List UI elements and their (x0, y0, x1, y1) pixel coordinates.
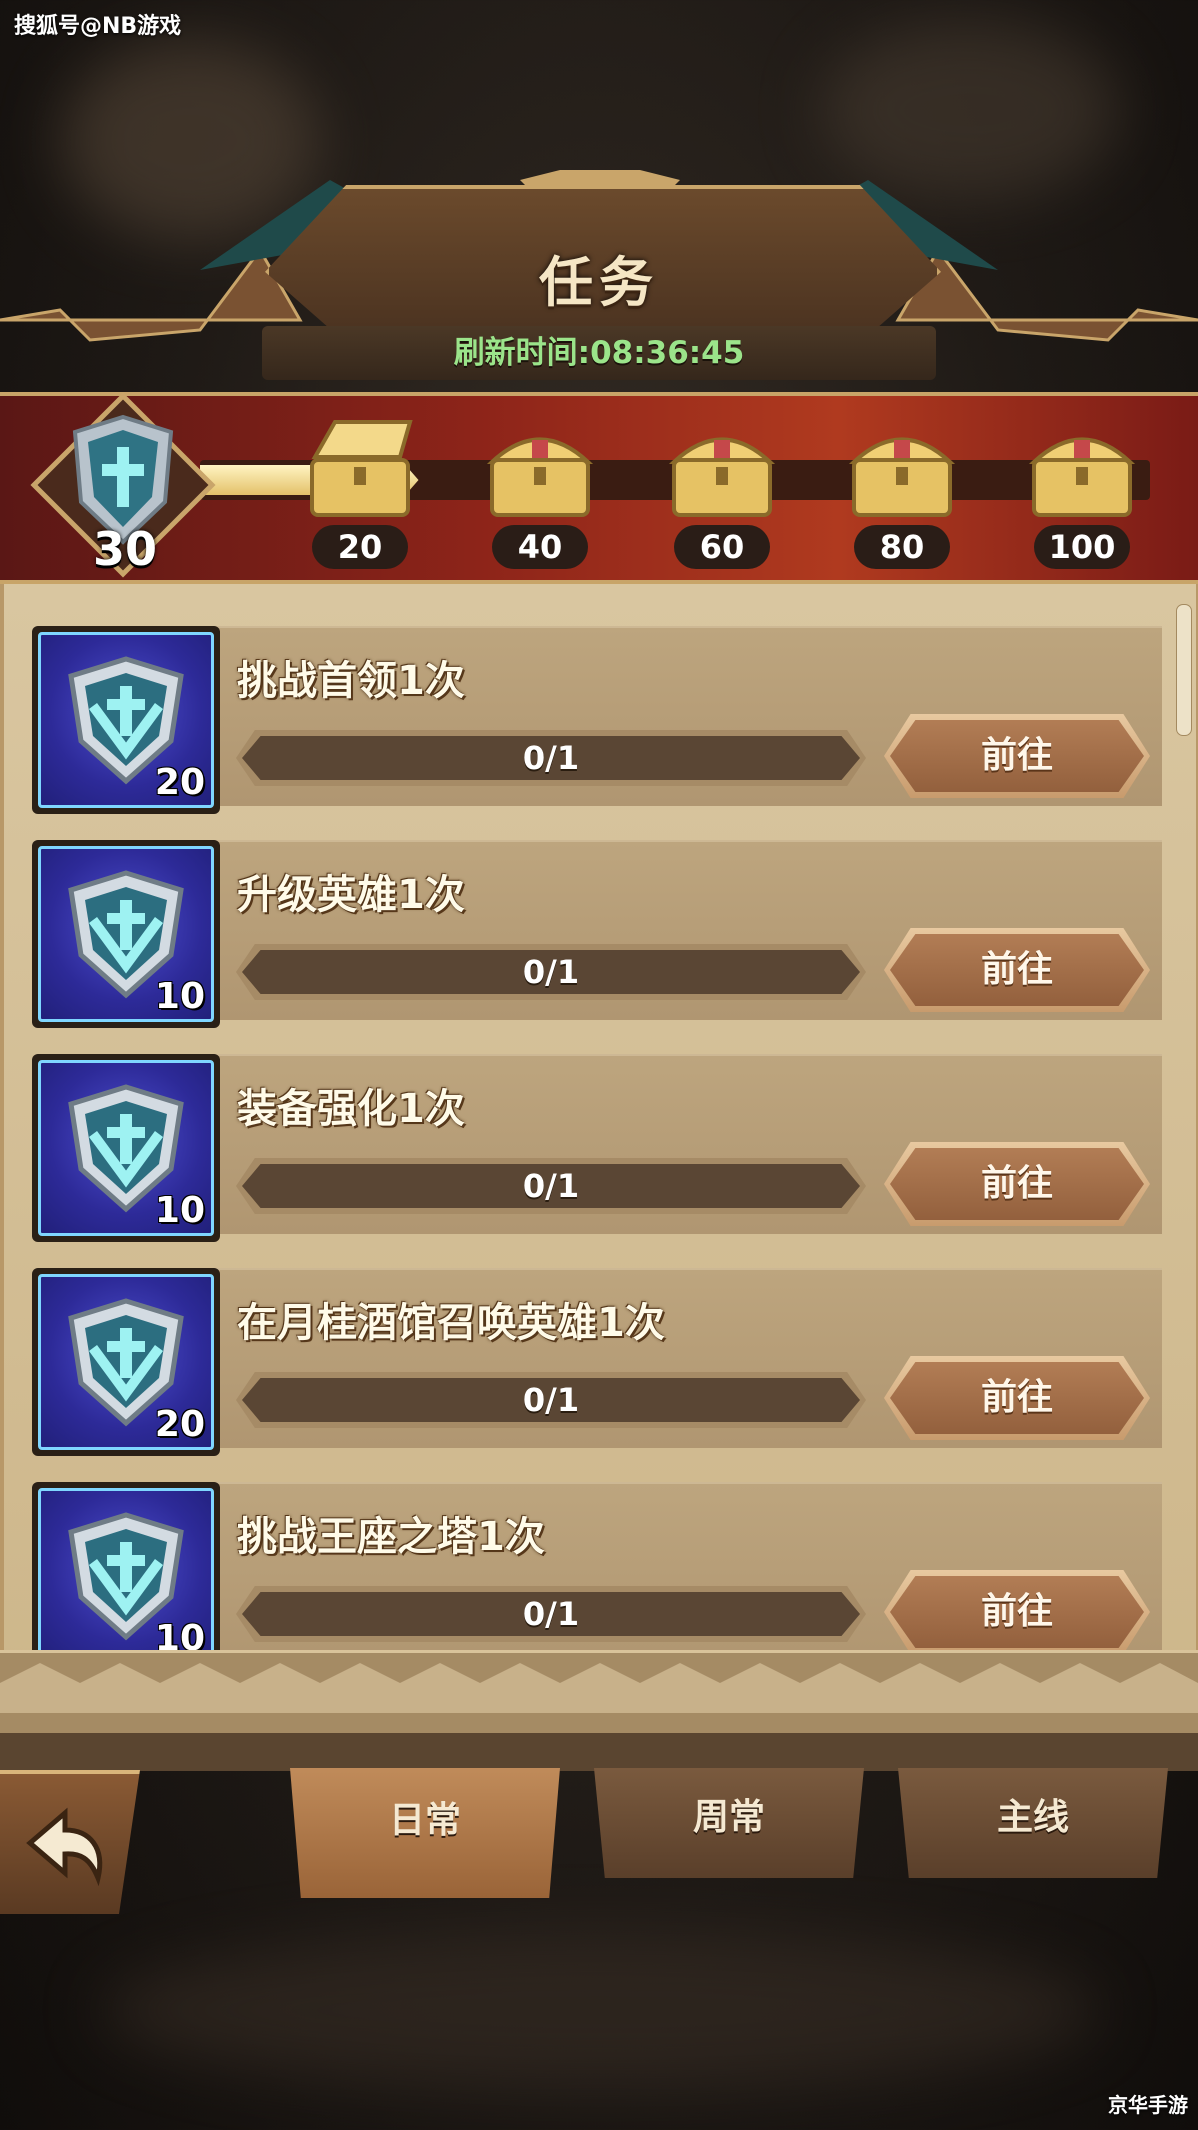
back-arrow-icon (26, 1807, 103, 1887)
task-reward-icon: 10 (32, 1054, 220, 1242)
task-title: 升级英雄1次 (237, 872, 465, 918)
go-button-label: 前往 (890, 1576, 1144, 1648)
task-list-scrollbar[interactable] (1176, 604, 1192, 736)
refresh-timer: 刷新时间:08:36:45 (262, 326, 936, 380)
task-reward-icon: 20 (32, 1268, 220, 1456)
task-row: 20 挑战首领1次 0/1 前往 (32, 626, 1162, 816)
treasure-chest-icon (848, 437, 956, 517)
task-progress: 0/1 (242, 1164, 860, 1208)
task-points: 10 (154, 976, 205, 1017)
treasure-chest-icon (486, 437, 594, 517)
task-progress: 0/1 (242, 1378, 860, 1422)
go-button[interactable]: 前往 (884, 1142, 1150, 1226)
chest-threshold-label: 60 (674, 525, 770, 569)
tab-main[interactable]: 主线 (898, 1768, 1168, 1878)
task-progress: 0/1 (242, 950, 860, 994)
task-row: 10 升级英雄1次 0/1 前往 (32, 840, 1162, 1030)
tab-weekly[interactable]: 周常 (594, 1768, 864, 1878)
chest-threshold-label: 20 (312, 525, 408, 569)
task-points: 20 (154, 762, 205, 803)
treasure-chest-icon (310, 420, 413, 517)
go-button-label: 前往 (890, 934, 1144, 1006)
watermark: 京华手游 (1108, 2093, 1188, 2117)
go-button-label: 前往 (890, 720, 1144, 792)
task-progress: 0/1 (242, 1592, 860, 1636)
task-title: 挑战首领1次 (237, 658, 465, 704)
chest-threshold-label: 80 (854, 525, 950, 569)
task-points: 20 (154, 1404, 205, 1445)
task-title: 挑战王座之塔1次 (237, 1514, 545, 1560)
treasure-chest-icon (1028, 437, 1136, 517)
chest-threshold-label: 100 (1034, 525, 1130, 569)
task-progress: 0/1 (242, 736, 860, 780)
task-reward-icon: 20 (32, 626, 220, 814)
task-row: 20 在月桂酒馆召唤英雄1次 0/1 前往 (32, 1268, 1162, 1458)
task-row: 10 装备强化1次 0/1 前往 (32, 1054, 1162, 1244)
treasure-chest-icon (668, 437, 776, 517)
back-button[interactable] (0, 1770, 140, 1914)
go-button[interactable]: 前往 (884, 928, 1150, 1012)
tab-daily[interactable]: 日常 (290, 1768, 560, 1898)
background-blur (100, 1930, 1100, 2090)
task-reward-icon: 10 (32, 1482, 220, 1670)
go-button-label: 前往 (890, 1148, 1144, 1220)
go-button[interactable]: 前往 (884, 1570, 1150, 1654)
task-points: 10 (154, 1190, 205, 1231)
go-button-label: 前往 (890, 1362, 1144, 1434)
task-title: 装备强化1次 (237, 1086, 465, 1132)
task-title: 在月桂酒馆召唤英雄1次 (237, 1300, 665, 1346)
go-button[interactable]: 前往 (884, 714, 1150, 798)
task-reward-icon: 10 (32, 840, 220, 1028)
go-button[interactable]: 前往 (884, 1356, 1150, 1440)
watermark: 搜狐号@NB游戏 (14, 14, 182, 39)
activity-points-value: 30 (92, 522, 157, 576)
chest-threshold-label: 40 (492, 525, 588, 569)
task-row: 10 挑战王座之塔1次 0/1 前往 (32, 1482, 1162, 1672)
page-title: 任务 (539, 251, 659, 314)
panel-bottom-edge (0, 1650, 1198, 1771)
